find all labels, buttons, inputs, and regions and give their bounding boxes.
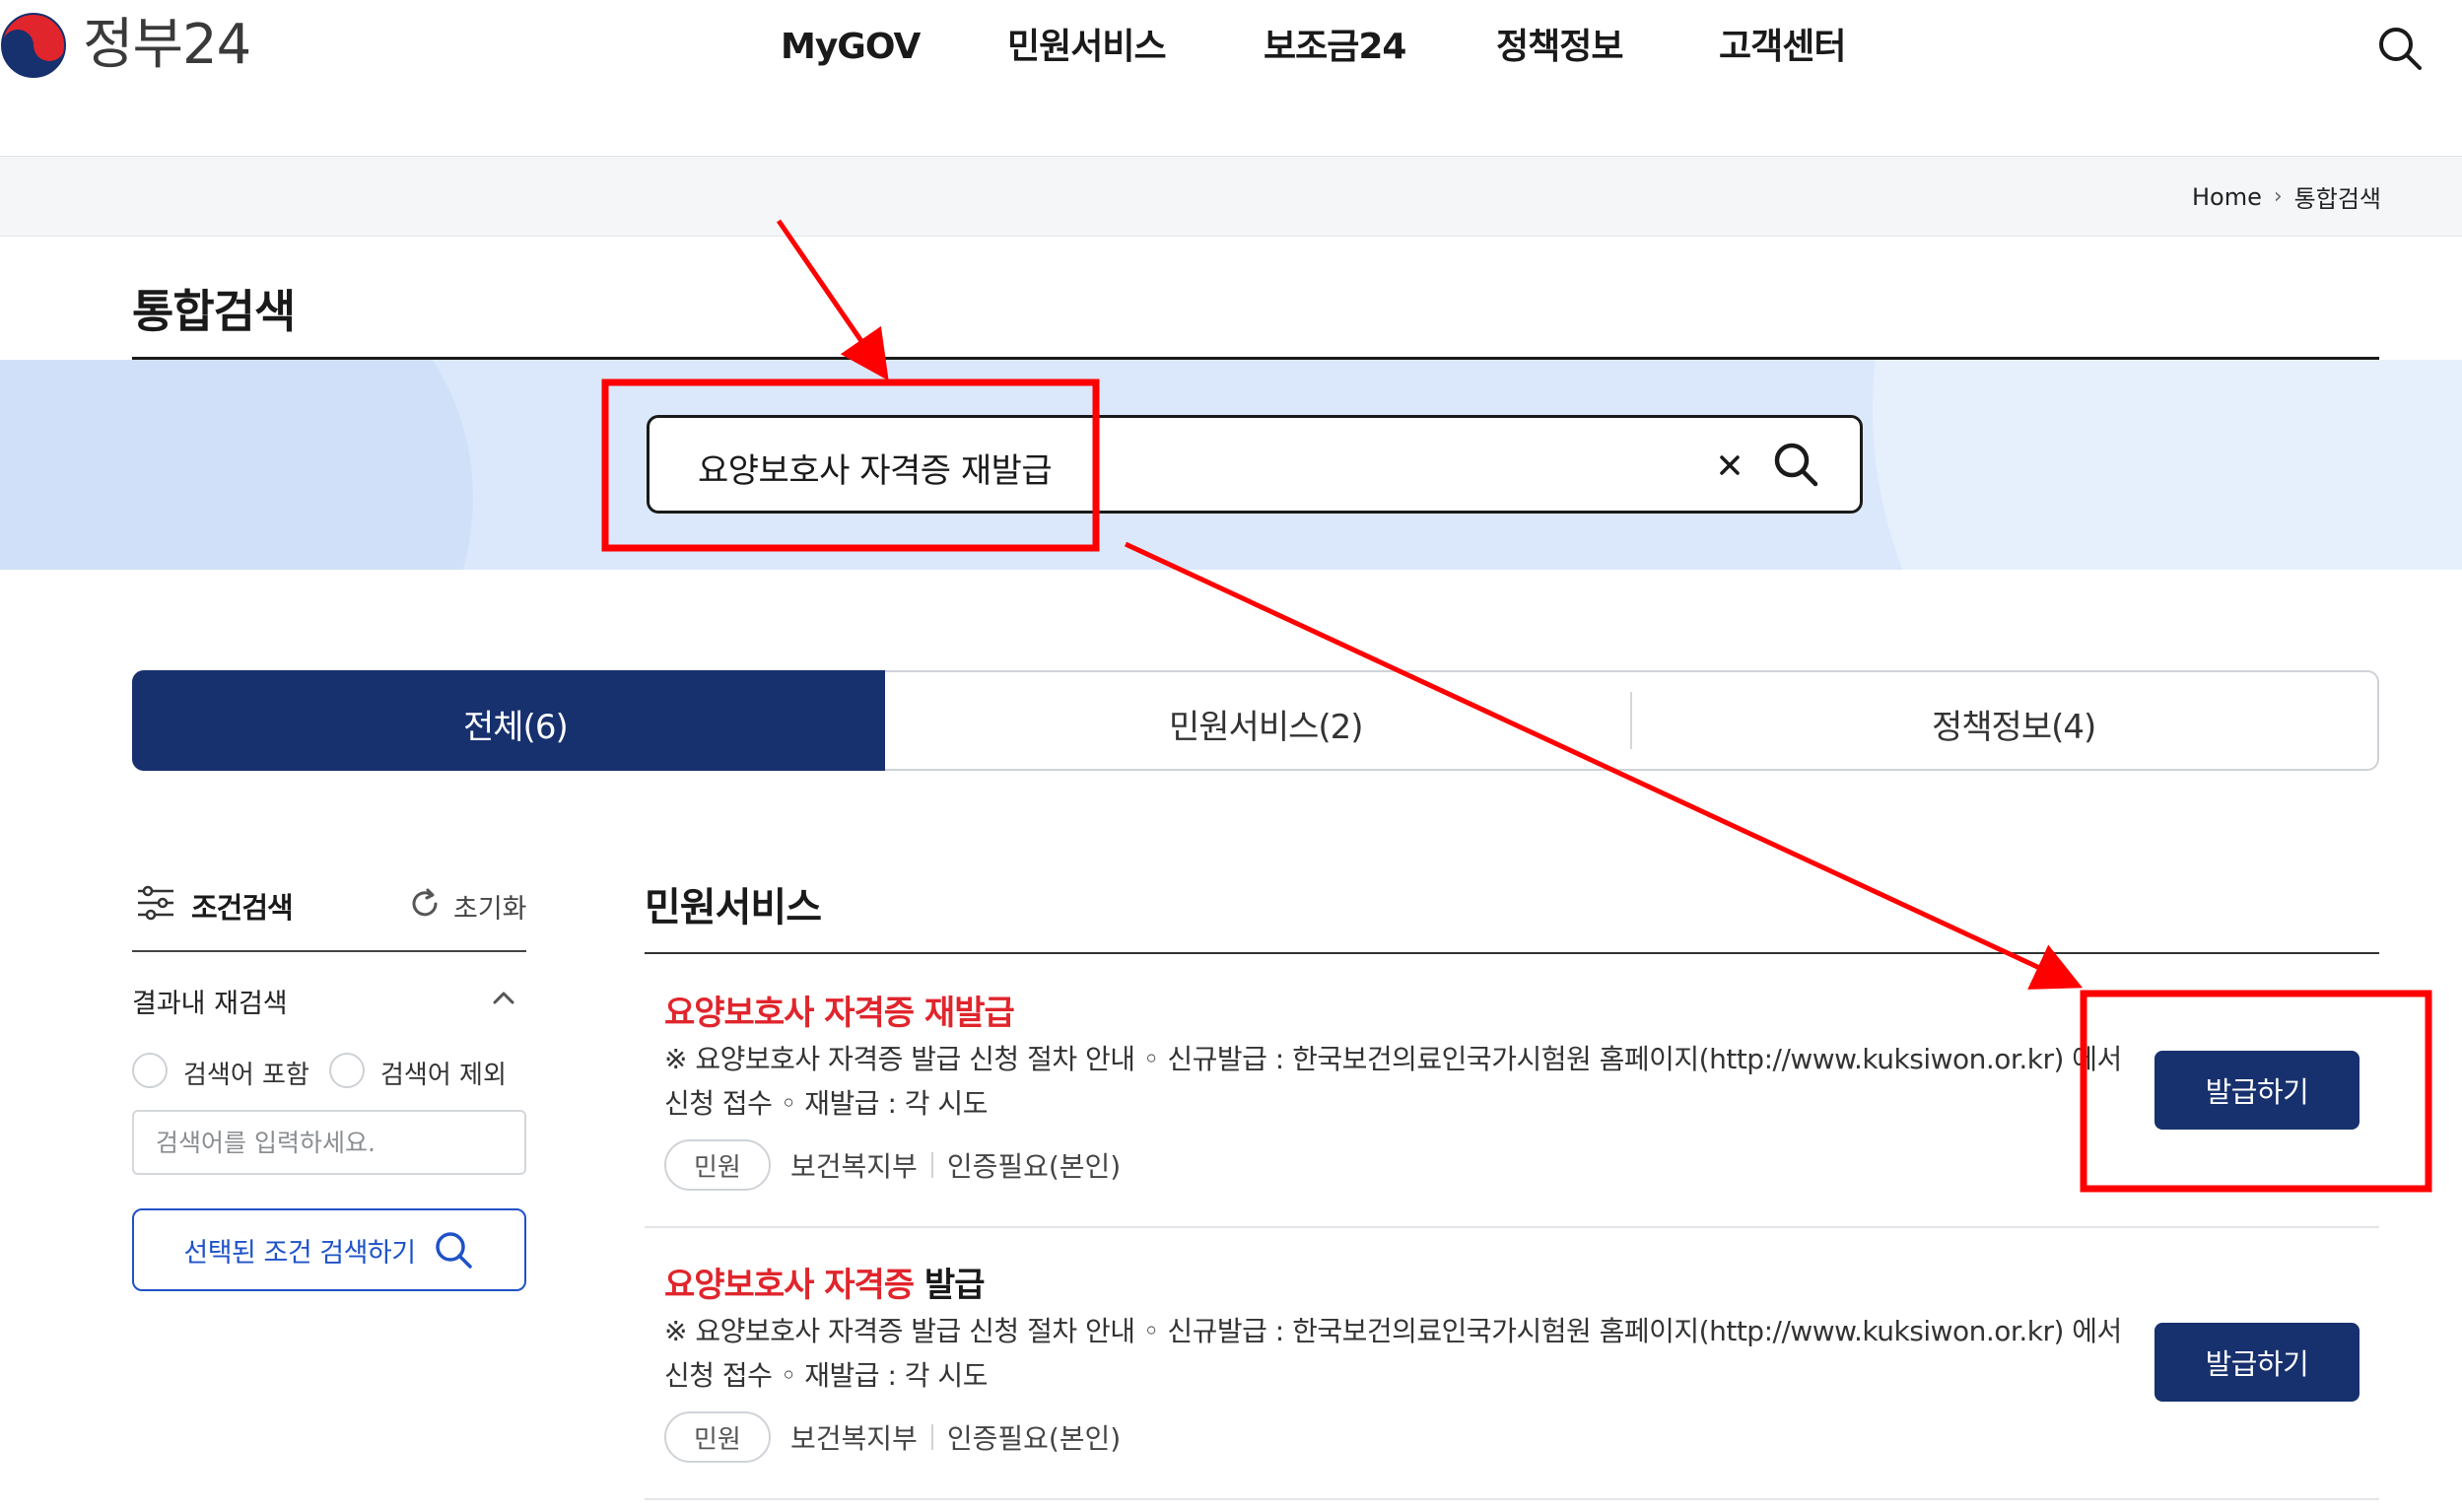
- result-divider: [645, 1498, 2379, 1500]
- result-title[interactable]: 요양보호사 자격증 재발급: [664, 986, 1015, 1034]
- result-meta: 보건복지부 인증필요(본인): [790, 1145, 1121, 1185]
- annotation-arrow: [776, 219, 889, 381]
- result-title[interactable]: 요양보호사 자격증 발급: [664, 1258, 986, 1306]
- clear-icon[interactable]: [1713, 448, 1746, 482]
- result-tag: 민원: [664, 1411, 771, 1463]
- tab-divider: [1630, 692, 1632, 749]
- nav-mygov[interactable]: MyGOV: [781, 24, 921, 71]
- breadcrumb-current: 통합검색: [2293, 185, 2381, 213]
- decorative-blob: [0, 360, 473, 570]
- result-title-rest: 발급: [914, 1266, 986, 1305]
- filter-label: 조건검색: [191, 891, 294, 925]
- nav-customer-center[interactable]: 고객센터: [1719, 24, 1846, 71]
- nav-policy-info[interactable]: 정책정보: [1496, 24, 1623, 71]
- tab-civil-service[interactable]: 민원서비스(2): [1169, 700, 1364, 748]
- chevron-up-icon[interactable]: [489, 984, 518, 1013]
- result-meta: 보건복지부 인증필요(본인): [790, 1417, 1121, 1457]
- chevron-right-icon: ›: [2273, 184, 2283, 209]
- result-divider: [645, 1226, 2379, 1228]
- breadcrumb-band: [0, 156, 2462, 237]
- filter-sliders-icon: [138, 885, 173, 921]
- government-emblem-logo-icon[interactable]: [0, 12, 67, 79]
- condition-search-label: 선택된 조건 검색하기: [183, 1237, 416, 1269]
- decorative-blob: [1873, 360, 2462, 570]
- issue-button[interactable]: 발급하기: [2154, 1323, 2359, 1402]
- result-auth: 인증필요(본인): [946, 1422, 1122, 1455]
- reset-button[interactable]: 초기화: [453, 887, 527, 926]
- search-submit-icon[interactable]: [1770, 439, 1821, 490]
- site-logo-text[interactable]: 정부24: [83, 10, 251, 81]
- refine-search-input[interactable]: [132, 1110, 526, 1175]
- search-icon: [435, 1232, 472, 1269]
- result-description: ※ 요양보호사 자격증 발급 신청 절차 안내 ◦ 신규발급 : 한국보건의료인…: [664, 1315, 2122, 1392]
- nav-civil-service[interactable]: 민원서비스: [1007, 24, 1167, 71]
- result-department: 보건복지부: [790, 1422, 918, 1455]
- result-tag: 민원: [664, 1139, 771, 1191]
- results-section-title: 민원서비스: [645, 885, 822, 930]
- tab-policy-info[interactable]: 정책정보(4): [1932, 700, 2096, 748]
- meta-separator: [930, 1152, 933, 1178]
- result-description: ※ 요양보호사 자격증 발급 신청 절차 안내 ◦ 신규발급 : 한국보건의료인…: [664, 1043, 2122, 1120]
- page-title: 통합검색: [132, 285, 296, 338]
- result-auth: 인증필요(본인): [946, 1150, 1122, 1183]
- exclude-keyword-label[interactable]: 검색어 제외: [380, 1055, 507, 1091]
- result-title-highlight: 요양보호사 자격증 재발급: [664, 994, 1015, 1033]
- include-keyword-radio[interactable]: [132, 1053, 168, 1088]
- exclude-keyword-radio[interactable]: [329, 1053, 365, 1088]
- refine-search-label[interactable]: 결과내 재검색: [132, 982, 288, 1020]
- sidebar-divider: [132, 950, 526, 952]
- breadcrumb: Home › 통합검색: [2192, 179, 2381, 214]
- result-title-highlight: 요양보호사 자격증: [664, 1266, 915, 1305]
- search-icon[interactable]: [2375, 24, 2425, 73]
- issue-button[interactable]: 발급하기: [2154, 1051, 2359, 1130]
- tab-all[interactable]: 전체(6): [463, 700, 569, 748]
- nav-subsidy24[interactable]: 보조금24: [1264, 24, 1406, 71]
- meta-separator: [930, 1424, 933, 1450]
- condition-search-button[interactable]: 선택된 조건 검색하기: [132, 1208, 526, 1291]
- search-query-text[interactable]: 요양보호사 자격증 재발급: [698, 444, 1053, 492]
- breadcrumb-home[interactable]: Home: [2192, 183, 2262, 211]
- result-department: 보건복지부: [790, 1150, 918, 1183]
- include-keyword-label[interactable]: 검색어 포함: [183, 1055, 309, 1091]
- section-divider: [645, 952, 2379, 954]
- refresh-icon[interactable]: [408, 887, 442, 921]
